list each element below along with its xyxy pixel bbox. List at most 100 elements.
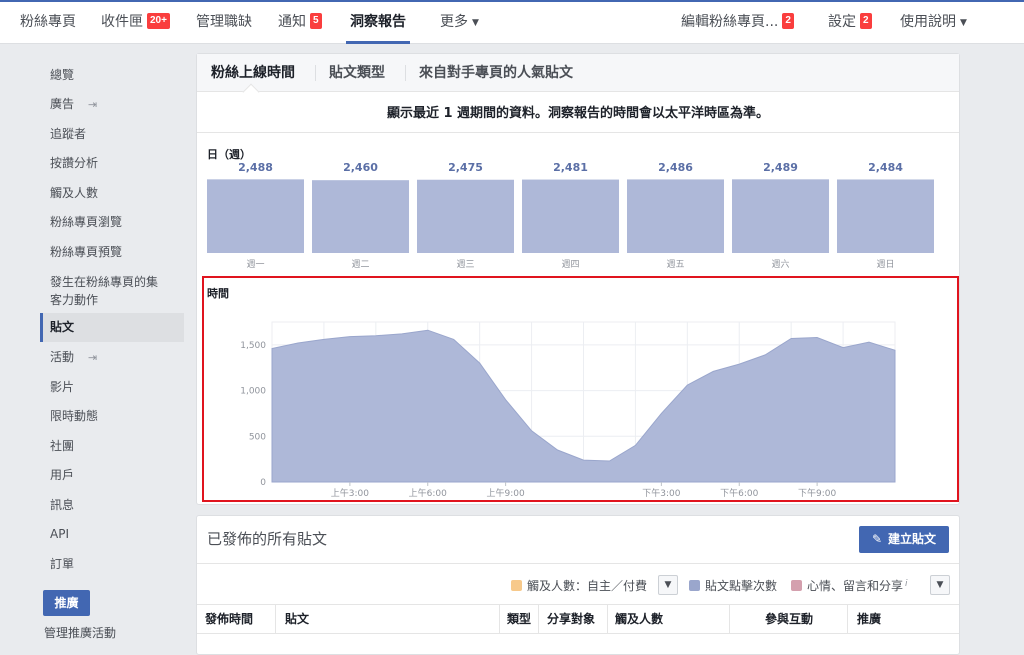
x-tick-label: 上午3:00 xyxy=(331,487,369,499)
sidebar-item-label: 活動 xyxy=(50,350,75,364)
nav-insights[interactable]: 洞察報告 xyxy=(346,2,410,44)
engagement-metric-dropdown[interactable]: ▼ xyxy=(930,575,950,595)
tab-divider xyxy=(405,65,406,81)
bar-category-label: 週一 xyxy=(246,259,264,270)
published-posts-title: 已發佈的所有貼文 xyxy=(207,530,328,548)
nav-help-label: 使用說明 xyxy=(900,14,956,30)
info-icon[interactable]: i xyxy=(905,579,908,589)
bar-週四 xyxy=(522,179,619,253)
sidebar-item-reach[interactable]: 觸及人數 xyxy=(40,184,184,202)
sidebar-item-people[interactable]: 用戶 xyxy=(40,466,184,484)
nav-more-label: 更多 xyxy=(440,14,468,30)
sidebar-item-stories[interactable]: 限時動態 xyxy=(40,407,184,425)
sidebar-item-posts[interactable]: 貼文 xyxy=(40,313,184,342)
nav-jobs[interactable]: 管理職缺 xyxy=(196,2,252,44)
y-tick-label: 1,500 xyxy=(240,341,266,351)
tab-post-types[interactable]: 貼文類型 xyxy=(329,54,385,92)
sidebar-item-likes[interactable]: 按讚分析 xyxy=(40,154,184,172)
sidebar-item-page-views[interactable]: 粉絲專頁瀏覽 xyxy=(40,213,184,231)
legend-label: 心情、留言和分享 xyxy=(807,579,904,593)
create-post-button[interactable]: ✎ 建立貼文 xyxy=(859,526,949,553)
sidebar-item-label: 粉絲專頁預覽 xyxy=(50,245,123,259)
column-header-type[interactable]: 類型 xyxy=(499,605,531,633)
sidebar-item-events[interactable]: 活動 ⇥ xyxy=(40,348,184,367)
sidebar-item-api[interactable]: API xyxy=(40,525,184,543)
sidebar-item-messages[interactable]: 訊息 xyxy=(40,496,184,514)
column-header-promote[interactable]: 推廣 xyxy=(849,605,881,633)
create-post-label: 建立貼文 xyxy=(888,532,937,546)
nav-notifications[interactable]: 通知 5 xyxy=(278,2,322,44)
external-link-icon: ⇥ xyxy=(88,351,98,364)
sidebar-item-followers[interactable]: 追蹤者 xyxy=(40,125,184,143)
x-tick-label: 上午6:00 xyxy=(409,487,447,499)
nav-help[interactable]: 使用說明 ▼ xyxy=(900,2,967,44)
settings-badge: 2 xyxy=(860,13,872,29)
sidebar-item-label: 追蹤者 xyxy=(50,127,87,141)
bar-週二 xyxy=(312,180,409,253)
column-divider xyxy=(729,605,730,633)
bar-value-label: 2,481 xyxy=(553,161,588,174)
sidebar-item-page-previews[interactable]: 粉絲專頁預覽 xyxy=(40,243,184,261)
nav-settings-label: 設定 xyxy=(828,14,856,30)
bar-category-label: 週四 xyxy=(561,259,579,270)
data-range-notice: 顯示最近 1 週期間的資料。洞察報告的時間會以太平洋時區為準。 xyxy=(386,106,770,121)
column-header-audience[interactable]: 分享對象 xyxy=(539,605,595,633)
bar-value-label: 2,484 xyxy=(868,161,903,174)
edit-page-badge: 2 xyxy=(782,13,794,29)
tab-top-posts-from-competitors[interactable]: 來自對手專頁的人氣貼文 xyxy=(419,54,573,92)
nav-edit-page[interactable]: 編輯粉絲專頁... 2 xyxy=(681,2,794,44)
sidebar-item-orders[interactable]: 訂單 xyxy=(40,555,184,573)
bar-value-label: 2,489 xyxy=(763,161,798,174)
x-tick-label: 下午3:00 xyxy=(642,487,680,499)
legend-reach: 觸及人數：自主／付費 xyxy=(511,577,647,594)
sidebar-item-label: 貼文 xyxy=(50,320,75,334)
legend-label: 貼文點擊次數 xyxy=(705,579,778,593)
nav-more[interactable]: 更多 ▼ xyxy=(440,2,479,44)
nav-settings[interactable]: 設定 2 xyxy=(828,2,872,44)
sidebar-item-label: 總覽 xyxy=(50,68,75,82)
bar-category-label: 週日 xyxy=(876,259,894,270)
nav-edit-page-label: 編輯粉絲專頁... xyxy=(681,14,779,30)
column-header-engagement[interactable]: 參與互動 xyxy=(757,605,813,633)
nav-notifications-label: 通知 xyxy=(278,14,306,30)
sidebar-item-videos[interactable]: 影片 xyxy=(40,378,184,396)
legend-reactions: 心情、留言和分享 i xyxy=(791,577,908,594)
nav-inbox[interactable]: 收件匣 20+ xyxy=(101,2,170,44)
reach-metric-dropdown[interactable]: ▼ xyxy=(658,575,678,595)
sidebar-item-label: 訂單 xyxy=(50,557,75,571)
sidebar-item-label: 觸及人數 xyxy=(50,186,99,200)
sidebar-item-ads[interactable]: 廣告 ⇥ xyxy=(40,95,184,114)
sidebar-item-actions-on-page[interactable]: 發生在粉絲專頁的集客力動作 xyxy=(40,273,160,309)
bar-週三 xyxy=(417,179,514,253)
caret-down-icon: ▼ xyxy=(472,18,479,28)
y-tick-label: 500 xyxy=(249,432,266,442)
nav-inbox-label: 收件匣 xyxy=(101,14,143,30)
caret-down-icon: ▼ xyxy=(664,580,672,590)
day-of-week-chart: 2,488 週一 2,460 週二 2,475 週三 2,481 週四 2,486 週五 2,489… xyxy=(207,161,934,270)
nav-page[interactable]: 粉絲專頁 xyxy=(20,2,76,44)
time-of-day-chart: 0 500 1,000 1,500 上午3:00 上午6:00 上午9:00 下午3:00 下午… xyxy=(240,321,896,499)
bar-category-label: 週五 xyxy=(666,259,684,270)
bar-category-label: 週六 xyxy=(771,258,789,270)
notifications-badge: 5 xyxy=(310,13,322,29)
caret-down-icon: ▼ xyxy=(960,18,967,28)
divider xyxy=(197,563,959,564)
bar-週五 xyxy=(627,179,724,253)
column-header-reach[interactable]: 觸及人數 xyxy=(607,605,663,633)
bar-category-label: 週二 xyxy=(351,259,369,270)
sidebar-item-groups[interactable]: 社團 xyxy=(40,437,184,455)
column-header-post[interactable]: 貼文 xyxy=(277,605,309,633)
nav-page-label: 粉絲專頁 xyxy=(20,14,76,30)
column-divider xyxy=(275,605,276,633)
sidebar-item-overview[interactable]: 總覽 xyxy=(40,66,184,84)
manage-promotions-link[interactable]: 管理推廣活動 xyxy=(44,624,184,642)
insights-tabs: 粉絲上線時間 貼文類型 來自對手專頁的人氣貼文 xyxy=(197,54,959,101)
external-link-icon: ⇥ xyxy=(88,98,98,111)
legend-swatch xyxy=(511,580,522,591)
column-header-publish-time[interactable]: 發佈時間 xyxy=(197,605,253,633)
tab-divider xyxy=(315,65,316,81)
insights-panel: 粉絲上線時間 貼文類型 來自對手專頁的人氣貼文 顯示最近 1 週期間的資料。洞察… xyxy=(196,53,960,505)
promote-button[interactable]: 推廣 xyxy=(43,590,90,616)
caret-down-icon: ▼ xyxy=(936,580,944,590)
sidebar-item-label: 廣告 xyxy=(50,97,75,111)
